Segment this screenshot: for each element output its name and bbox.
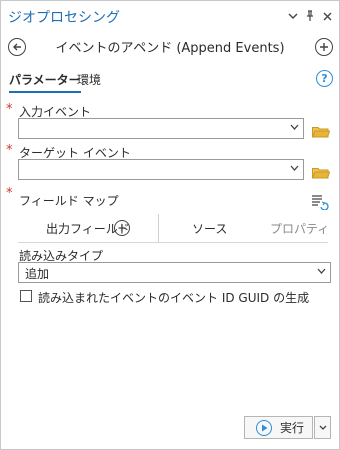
tab-environments[interactable]: 環境 <box>77 71 101 88</box>
plus-circle-icon[interactable] <box>315 38 333 56</box>
generate-guid-checkbox[interactable] <box>20 290 32 302</box>
tab-parameters[interactable]: パラメーター <box>9 71 81 93</box>
chevron-down-icon[interactable] <box>317 266 326 277</box>
tool-title: イベントのアペンド (Append Events) <box>55 41 285 56</box>
add-field-plus-icon[interactable] <box>114 220 130 236</box>
input-events-combo[interactable] <box>18 118 304 139</box>
run-button[interactable]: 実行 <box>244 416 313 439</box>
folder-icon[interactable] <box>311 164 331 179</box>
folder-icon[interactable] <box>311 123 331 138</box>
chevron-down-icon <box>319 425 326 430</box>
field-map-label: フィールド マップ <box>19 194 119 208</box>
run-label: 実行 <box>280 421 305 435</box>
pin-icon[interactable] <box>302 8 318 24</box>
field-map-underline <box>18 242 328 243</box>
pane-options-icon[interactable] <box>285 8 301 24</box>
target-events-combo[interactable] <box>18 159 304 180</box>
list-reset-icon[interactable] <box>311 194 329 211</box>
generate-guid-label: 読み込まれたイベントのイベント ID GUID の生成 <box>38 291 310 305</box>
load-type-value: 追加 <box>25 267 50 281</box>
required-marker: * <box>6 186 13 201</box>
help-icon[interactable]: ? <box>316 70 333 87</box>
tab-source[interactable]: ソース <box>192 220 227 237</box>
required-marker: * <box>6 102 13 117</box>
tab-properties[interactable]: プロパティ <box>270 220 329 237</box>
field-map-divider <box>158 214 159 242</box>
required-marker: * <box>6 143 13 158</box>
chevron-down-icon[interactable] <box>290 122 299 133</box>
pane-title: ジオプロセシング <box>8 10 120 26</box>
close-icon[interactable] <box>319 8 335 24</box>
load-type-select[interactable]: 追加 <box>18 262 331 283</box>
play-icon <box>256 419 272 436</box>
chevron-down-icon[interactable] <box>290 163 299 174</box>
run-dropdown-button[interactable] <box>314 416 331 439</box>
